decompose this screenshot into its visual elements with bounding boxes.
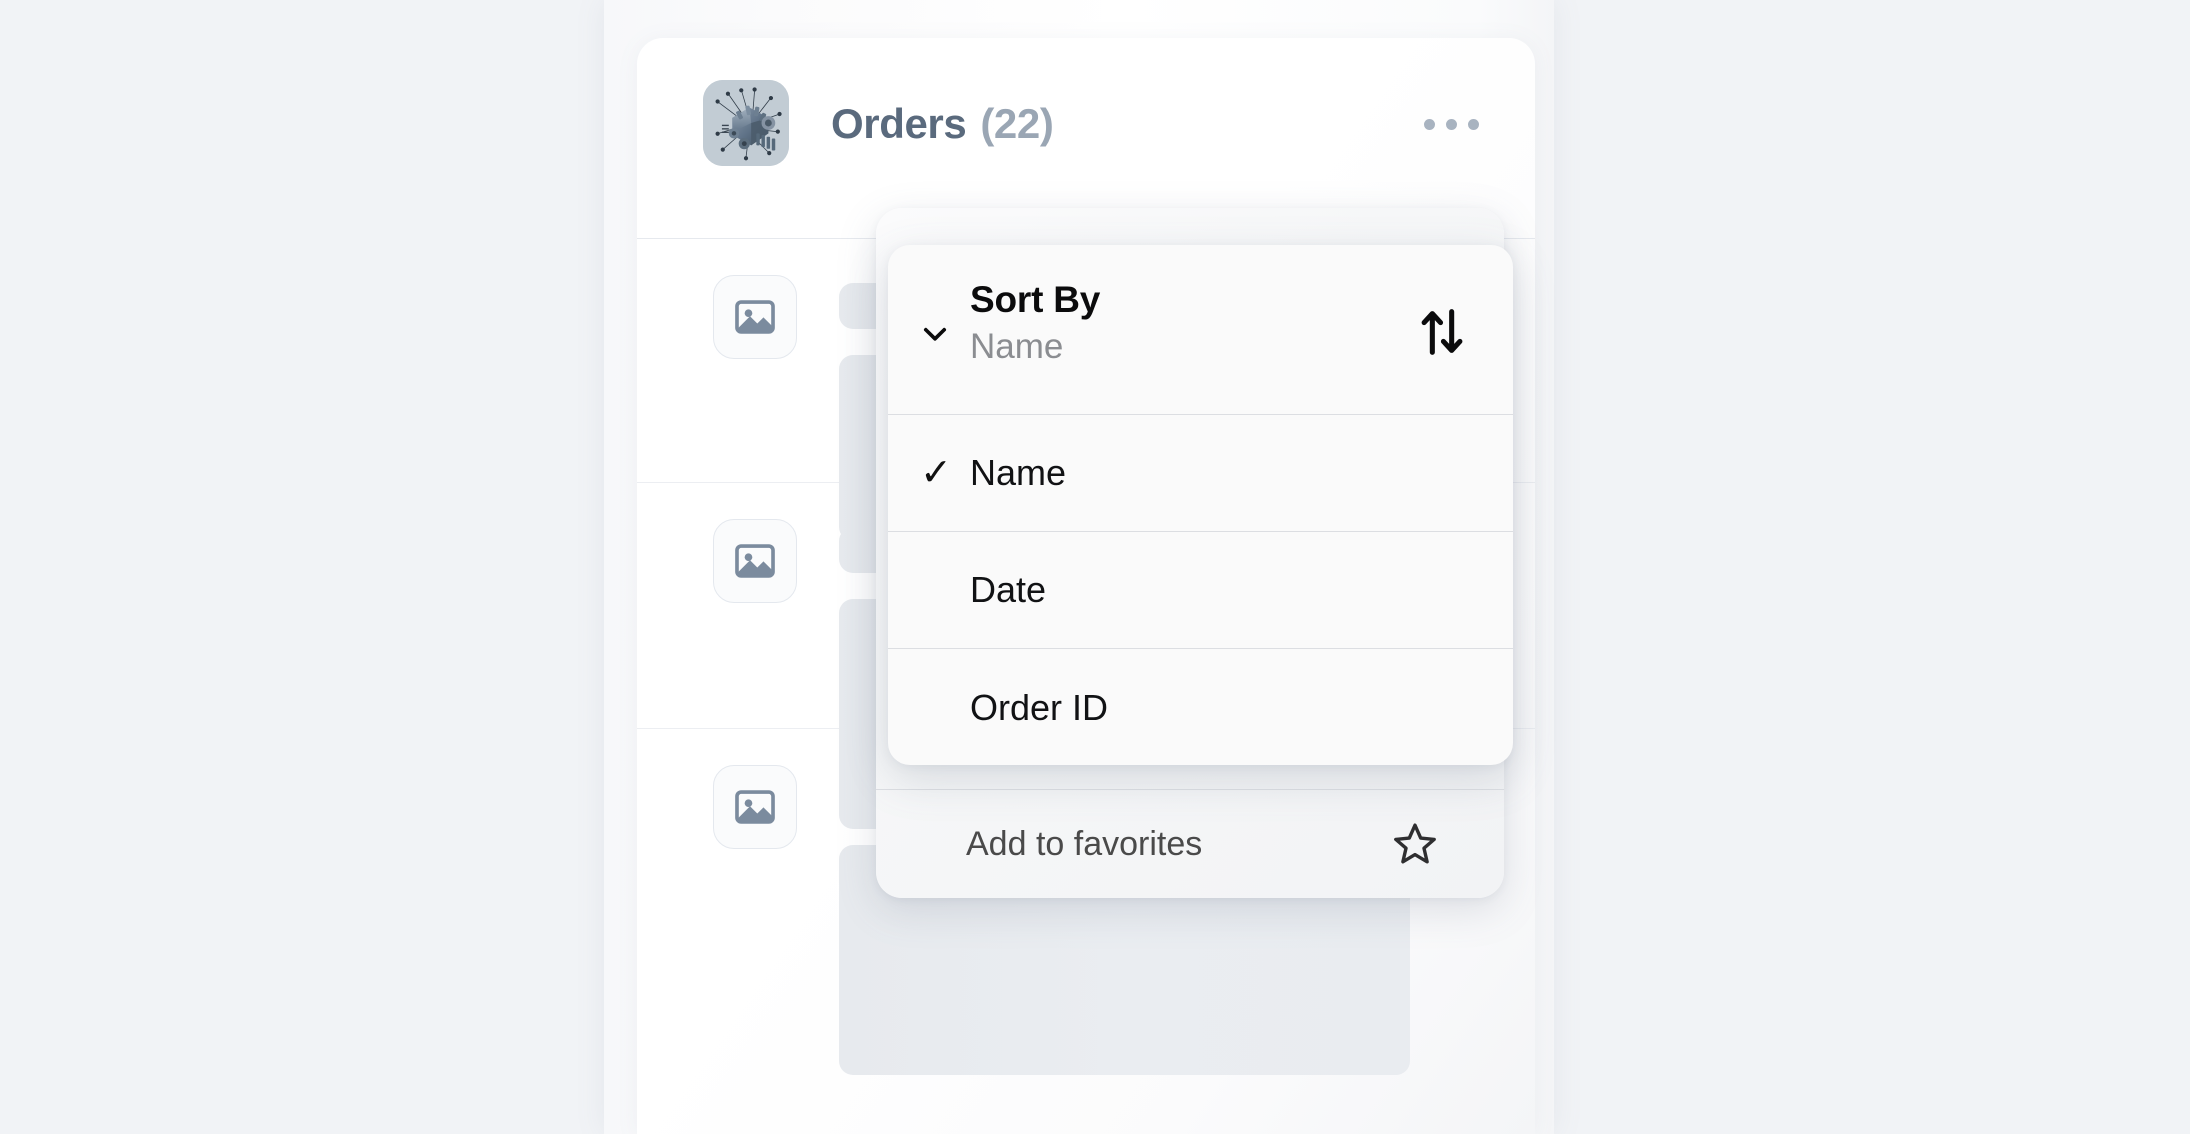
page-title-text: Orders bbox=[831, 100, 967, 147]
star-outline-icon bbox=[1388, 817, 1442, 871]
image-placeholder-icon bbox=[713, 765, 797, 849]
more-dot bbox=[1423, 118, 1435, 130]
sort-option-name[interactable]: ✓ Name bbox=[888, 415, 1513, 532]
add-to-favorites-label: Add to favorites bbox=[966, 824, 1203, 863]
more-dot bbox=[1445, 118, 1457, 130]
chevron-down-icon[interactable] bbox=[918, 317, 952, 351]
add-to-favorites-item[interactable]: Add to favorites bbox=[876, 789, 1504, 898]
page-title: Orders (22) bbox=[831, 83, 1054, 165]
sort-option-label: Name bbox=[970, 452, 1067, 493]
sort-up-down-icon[interactable] bbox=[1413, 303, 1471, 361]
sort-by-title: Sort By bbox=[970, 279, 1101, 320]
machine-parts-icon bbox=[703, 80, 789, 166]
sort-option-date[interactable]: Date bbox=[888, 532, 1513, 649]
sort-option-order-id[interactable]: Order ID bbox=[888, 649, 1513, 765]
image-placeholder-icon bbox=[713, 275, 797, 359]
check-icon: ✓ bbox=[920, 452, 952, 494]
more-options-icon[interactable] bbox=[1421, 108, 1481, 140]
sort-option-label: Date bbox=[970, 569, 1047, 610]
sort-by-dropdown: Sort By Name ✓ Name Date Order ID bbox=[888, 245, 1513, 765]
sort-by-header[interactable]: Sort By Name bbox=[888, 245, 1513, 415]
sort-by-selected-value: Name bbox=[970, 327, 1064, 367]
sort-by-text-group: Sort By Name bbox=[970, 279, 1100, 368]
page-title-count: (22) bbox=[980, 100, 1054, 147]
image-placeholder-icon bbox=[713, 519, 797, 603]
more-dot bbox=[1467, 118, 1479, 130]
sort-option-label: Order ID bbox=[970, 686, 1109, 728]
